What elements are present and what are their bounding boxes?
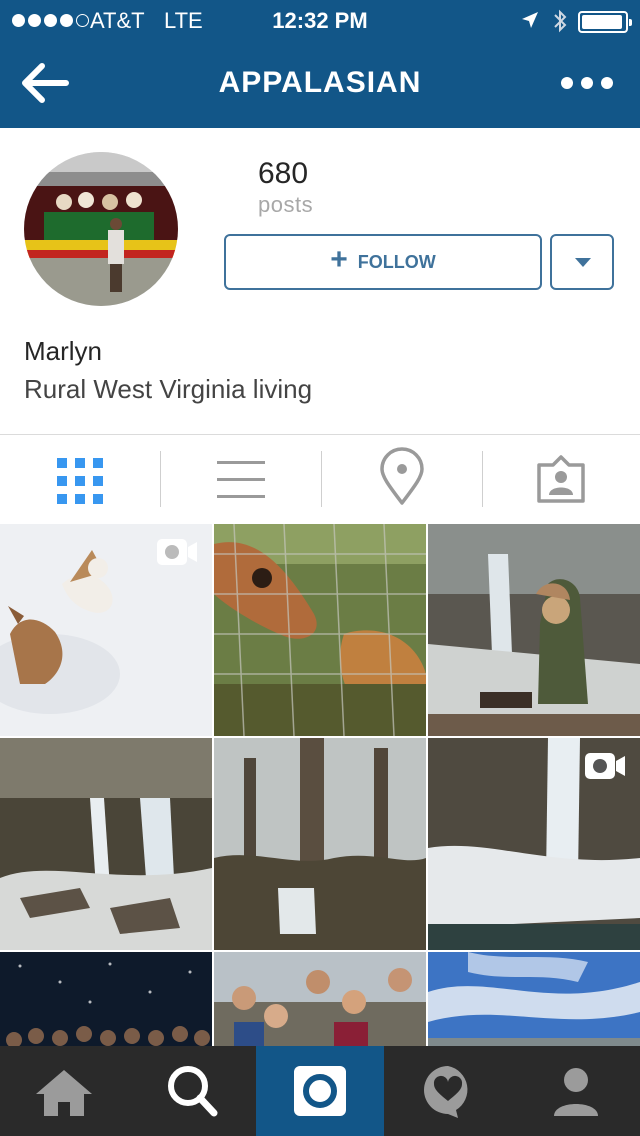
posts-count: 680 bbox=[258, 157, 309, 190]
follow-label: FOLLOW bbox=[357, 251, 436, 272]
photo-thumbnail[interactable] bbox=[0, 738, 212, 950]
tab-grid-view[interactable] bbox=[0, 435, 160, 524]
location-pin-icon bbox=[380, 447, 424, 505]
tab-activity[interactable] bbox=[384, 1046, 512, 1136]
photo-thumbnail[interactable] bbox=[214, 738, 426, 950]
bluetooth-icon bbox=[554, 9, 567, 33]
video-icon bbox=[585, 753, 625, 779]
profile-bio: Rural West Virginia living bbox=[24, 374, 313, 404]
battery-icon bbox=[578, 11, 632, 33]
more-options-button[interactable] bbox=[552, 70, 622, 96]
suggested-users-dropdown-button[interactable] bbox=[550, 234, 614, 290]
grid-icon bbox=[57, 458, 103, 504]
photo-thumbnail[interactable] bbox=[428, 952, 640, 1046]
search-icon bbox=[168, 1066, 218, 1117]
status-time: 12:32 PM bbox=[272, 8, 368, 33]
tab-camera[interactable] bbox=[256, 1046, 384, 1136]
camera-icon bbox=[294, 1066, 346, 1116]
avatar-photo bbox=[24, 152, 178, 306]
tab-location-view[interactable] bbox=[322, 435, 482, 524]
profile-name: Marlyn bbox=[24, 336, 103, 366]
activity-heart-icon bbox=[424, 1066, 468, 1118]
follow-button[interactable]: + FOLLOW bbox=[224, 234, 542, 290]
photo-thumbnail[interactable] bbox=[214, 952, 426, 1046]
profile-view-tabs bbox=[0, 434, 640, 524]
more-dots-icon bbox=[561, 77, 573, 89]
tab-list-view[interactable] bbox=[161, 435, 321, 524]
photo-thumbnail[interactable] bbox=[428, 738, 640, 950]
tagged-photos-icon bbox=[537, 455, 585, 503]
photo-thumbnail[interactable] bbox=[214, 524, 426, 736]
photo-thumbnail[interactable] bbox=[0, 952, 212, 1046]
tab-search[interactable] bbox=[128, 1046, 256, 1136]
profile-icon bbox=[554, 1068, 598, 1116]
location-services-icon bbox=[522, 12, 538, 28]
home-icon bbox=[36, 1070, 92, 1116]
list-icon bbox=[217, 461, 265, 499]
chevron-down-icon bbox=[575, 258, 591, 267]
video-icon bbox=[157, 539, 197, 565]
page-title: APPALASIAN bbox=[218, 66, 422, 99]
tab-tagged-view[interactable] bbox=[483, 435, 640, 524]
tab-home[interactable] bbox=[0, 1046, 128, 1136]
profile-avatar[interactable] bbox=[24, 152, 178, 306]
photo-thumbnail[interactable] bbox=[0, 524, 212, 736]
plus-icon: + bbox=[330, 243, 348, 276]
posts-label: posts bbox=[258, 192, 314, 217]
top-bar: AT&T LTE 12:32 PM APPALASIAN bbox=[0, 0, 640, 128]
tab-profile[interactable] bbox=[512, 1046, 640, 1136]
bottom-tab-bar bbox=[0, 1046, 640, 1136]
photo-grid bbox=[0, 524, 640, 1046]
photo-thumbnail[interactable] bbox=[428, 524, 640, 736]
status-bar: AT&T LTE 12:32 PM bbox=[0, 0, 640, 40]
